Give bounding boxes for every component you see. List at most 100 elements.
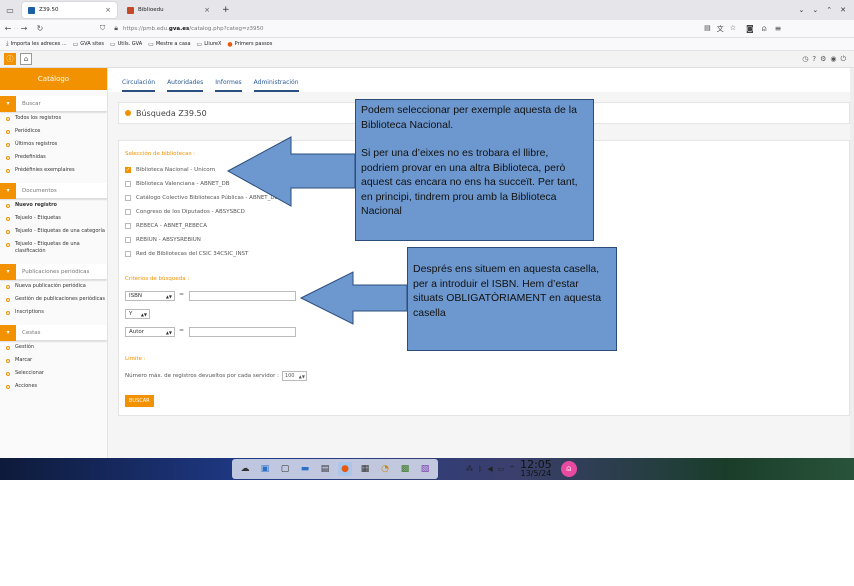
forward-icon[interactable]: → — [16, 24, 32, 33]
nav-autoridades[interactable]: Autoridades — [167, 79, 204, 92]
help-icon[interactable]: ? — [812, 55, 816, 64]
sidebar-item[interactable]: Tejuelo - Etiquetas de una clasificación — [0, 238, 107, 258]
isbn-input[interactable] — [189, 291, 296, 301]
sidebar-item[interactable]: Tejuelo - Etiquetas — [0, 212, 107, 225]
app-menu-icon[interactable]: ☁ — [238, 462, 252, 476]
network-icon[interactable]: ⁂ — [466, 465, 473, 473]
close-tab-icon[interactable]: × — [204, 6, 210, 14]
checkbox[interactable] — [125, 237, 131, 243]
sidebar-item[interactable]: Gestión de publicaciones periódicas — [0, 293, 107, 306]
list-tabs-icon[interactable]: ⌄ — [799, 6, 805, 14]
sidebar-item[interactable]: Marcar — [0, 354, 107, 367]
maximize-icon[interactable]: ⌃ — [826, 6, 832, 14]
criteria-select-2[interactable]: Autor ▲▼ — [125, 327, 175, 337]
sidebar-item[interactable]: Últimos registros — [0, 138, 107, 151]
terminal-icon[interactable]: ▤ — [318, 462, 332, 476]
page-scrollbar[interactable] — [850, 68, 854, 458]
bookmark-item[interactable]: ▭ Utils. GVA — [110, 41, 142, 48]
sidebar-item[interactable]: Inscriptions — [0, 306, 107, 319]
sidebar-item[interactable]: Nuevo registro — [0, 199, 107, 212]
library-option[interactable]: REBECA - ABNET_REBECA — [125, 223, 207, 229]
bookmark-item[interactable]: ● Primers passos — [227, 41, 272, 48]
back-icon[interactable]: ← — [0, 24, 16, 33]
checkbox[interactable] — [125, 181, 131, 187]
screenshot-icon[interactable]: ▧ — [418, 462, 432, 476]
collapse-icon[interactable]: ▾ — [0, 95, 16, 112]
catalog-header[interactable]: Catálogo — [0, 68, 107, 90]
battery-icon[interactable]: ▭ — [498, 465, 505, 473]
clock-app-icon[interactable]: ◔ — [378, 462, 392, 476]
user-avatar-icon[interactable]: ⍝ — [560, 461, 577, 477]
file-manager-icon[interactable]: ▣ — [258, 462, 272, 476]
checkbox[interactable] — [125, 251, 131, 257]
history-icon[interactable]: ◷ — [802, 55, 808, 64]
close-tab-icon[interactable]: × — [105, 6, 111, 14]
sidebar-item[interactable]: Periódicos — [0, 125, 107, 138]
nav-administracion[interactable]: Administración — [253, 79, 299, 92]
library-option[interactable]: Catálogo Colectivo Bibliotecas Públicas … — [125, 195, 278, 201]
bookmark-item[interactable]: ▭ GVA sites — [73, 41, 104, 48]
bookmark-item[interactable]: ▭ Mestre a casa — [148, 41, 190, 48]
collapse-icon[interactable]: ▾ — [0, 182, 16, 199]
url-bar[interactable]: ⛉ 🔒︎ https://pmb.edu. gva.es/catalog.php?… — [96, 22, 746, 36]
library-option[interactable]: Biblioteca Valenciana - ABNET_DB — [125, 181, 230, 187]
clock[interactable]: 12:05 13/5/24 — [520, 459, 552, 478]
nav-circulacion[interactable]: Circulación — [122, 79, 156, 92]
sidebar-item[interactable]: Predefinidas — [0, 151, 107, 164]
settings-icon[interactable]: ⚙ — [820, 55, 826, 64]
reader-view-icon[interactable]: ▤ — [704, 24, 711, 34]
pocket-icon[interactable]: ◙ — [746, 24, 754, 34]
sidebar-item[interactable]: Gestión — [0, 341, 107, 354]
library-option[interactable]: REBIUN - ABSYSREBIUN — [125, 237, 201, 243]
new-tab-button[interactable]: + — [222, 5, 230, 15]
bookmark-item[interactable]: ▭ LliureX — [197, 41, 222, 48]
collapse-icon[interactable]: ▾ — [0, 263, 16, 280]
checkbox-checked[interactable]: ✓ — [125, 167, 131, 173]
window-menu-icon[interactable]: ▭ — [2, 2, 18, 18]
nav-informes[interactable]: Informes — [215, 79, 242, 92]
library-option[interactable]: ✓ Biblioteca Nacional - Unicorn — [125, 167, 215, 173]
sidebar-item[interactable]: Seleccionar — [0, 367, 107, 380]
max-records-select[interactable]: 100 ▲▼ — [281, 371, 307, 381]
checkbox[interactable] — [125, 209, 131, 215]
expand-tray-icon[interactable]: ^ — [509, 465, 515, 473]
bluetooth-icon[interactable]: ᛒ — [478, 465, 482, 473]
bookmark-star-icon[interactable]: ☆ — [730, 24, 736, 34]
author-input[interactable] — [189, 327, 296, 337]
checkbox[interactable] — [125, 195, 131, 201]
info-icon[interactable]: ⓘ — [4, 53, 16, 65]
spreadsheet-icon[interactable]: ▩ — [398, 462, 412, 476]
sidebar-item[interactable]: Acciones — [0, 380, 107, 393]
calculator-icon[interactable]: ▦ — [358, 462, 372, 476]
sidebar-item[interactable]: Todos los registros — [0, 112, 107, 125]
bookmark-item[interactable]: ⤓ Importa les adreces ... — [6, 40, 67, 48]
search-button[interactable]: BUSCAR — [125, 395, 154, 407]
criteria-select-1[interactable]: ISBN ▲▼ — [125, 291, 175, 301]
close-window-icon[interactable]: ✕ — [840, 6, 846, 14]
library-option[interactable]: Congreso de los Diputados - ABSYSBCD — [125, 209, 245, 215]
sidebar-item[interactable]: Tejuelo - Etiquetas de una categoría — [0, 225, 107, 238]
sidebar-section-cestas[interactable]: ▾ Cestas — [0, 324, 107, 341]
logout-icon[interactable]: ⏻ — [840, 55, 846, 64]
sidebar-item[interactable]: Prédéfinies exemplaires — [0, 164, 107, 177]
reload-icon[interactable]: ↻ — [32, 24, 48, 33]
tab-biblioedu[interactable]: Biblioedu × — [121, 2, 216, 18]
home-icon[interactable]: ⌂ — [20, 53, 32, 65]
sidebar-item[interactable]: Nueva publicación periódica — [0, 280, 107, 293]
translate-icon[interactable]: 文 — [717, 24, 724, 34]
checkbox[interactable] — [125, 223, 131, 229]
menu-icon[interactable]: ≡ — [775, 24, 782, 34]
sidebar-section-publicaciones[interactable]: ▾ Publicaciones periódicas — [0, 263, 107, 280]
tab-z3950[interactable]: Z39.50 × — [22, 2, 117, 18]
folder-icon[interactable]: ▬ — [298, 462, 312, 476]
firefox-icon[interactable]: ● — [338, 462, 352, 476]
minimize-icon[interactable]: ⌄ — [812, 6, 818, 14]
account-icon[interactable]: ⍝ — [762, 24, 767, 34]
sidebar-section-buscar[interactable]: ▾ Buscar — [0, 95, 107, 112]
library-option[interactable]: Red de Bibliotecas del CSIC 34CSIC_INST — [125, 251, 248, 257]
sidebar-section-documentos[interactable]: ▾ Documentos — [0, 182, 107, 199]
operator-select[interactable]: Y ▲▼ — [125, 309, 150, 319]
desktop-icon[interactable]: ▢ — [278, 462, 292, 476]
user-icon[interactable]: ◉ — [830, 55, 836, 64]
volume-icon[interactable]: ◀ — [487, 465, 492, 473]
